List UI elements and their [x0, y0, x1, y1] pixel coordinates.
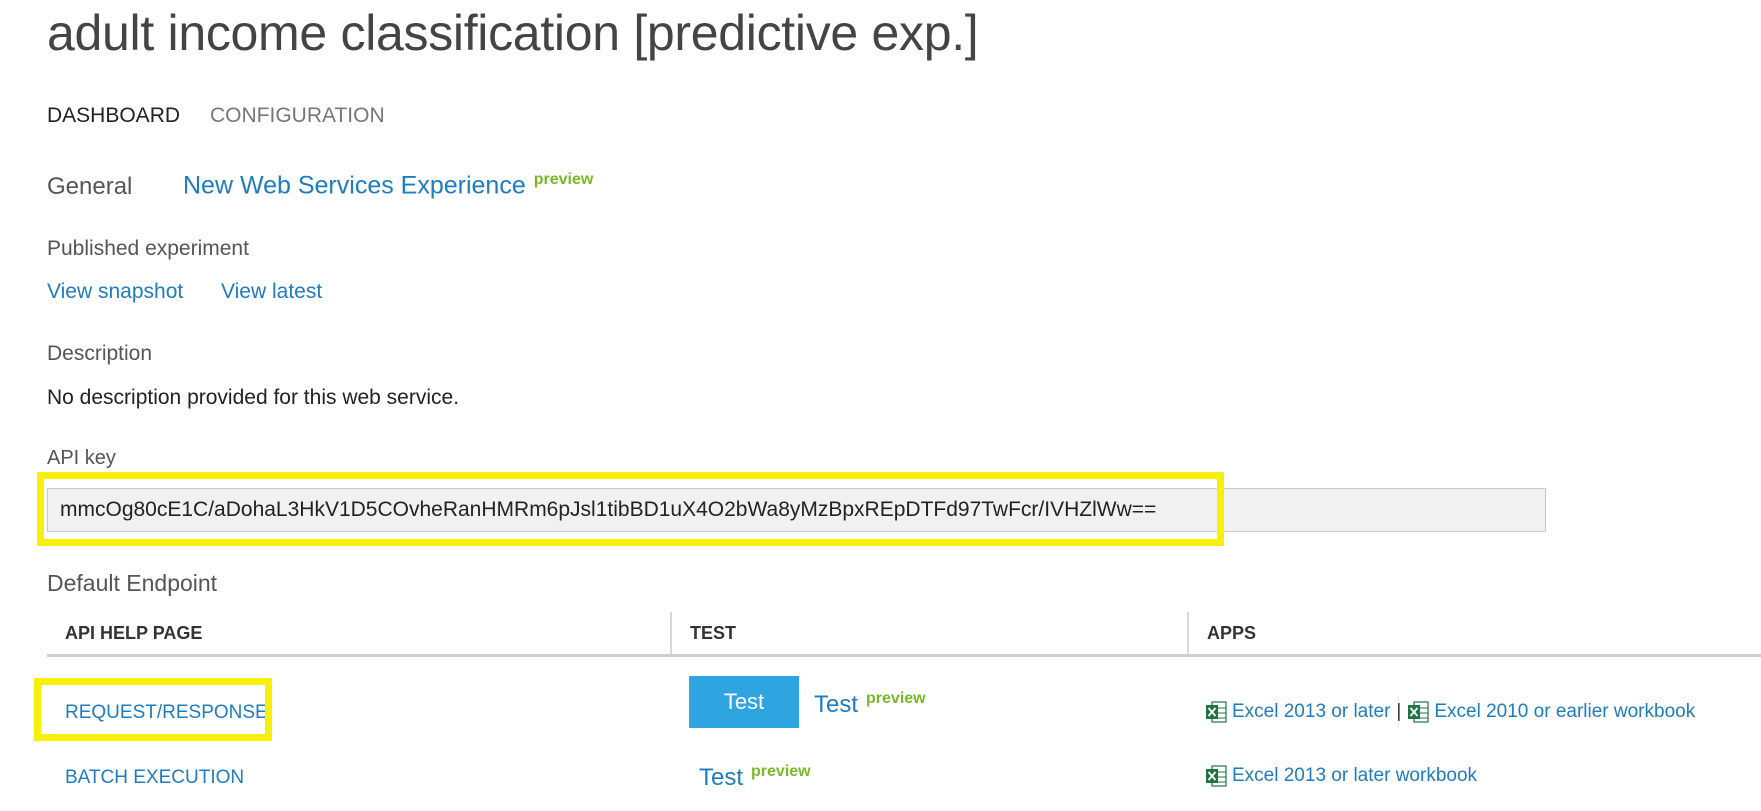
- apps-separator: |: [1396, 701, 1402, 722]
- column-header-test: TEST: [670, 612, 1187, 654]
- column-header-apps: APPS: [1187, 612, 1761, 654]
- excel-icon: [1205, 700, 1227, 724]
- test-preview-link[interactable]: Test preview: [699, 763, 811, 792]
- tab-configuration[interactable]: CONFIGURATION: [210, 104, 385, 128]
- published-experiment-label: Published experiment: [47, 237, 249, 260]
- tab-dashboard[interactable]: DASHBOARD: [47, 104, 180, 128]
- excel-2013-workbook-link[interactable]: Excel 2013 or later workbook: [1232, 765, 1477, 787]
- page-title: adult income classification [predictive …: [47, 5, 979, 61]
- excel-icon: [1407, 700, 1429, 724]
- api-key-field[interactable]: [47, 488, 1546, 532]
- view-snapshot-link[interactable]: View snapshot: [47, 280, 183, 304]
- new-web-services-link[interactable]: New Web Services Experience preview: [183, 171, 593, 200]
- new-web-services-link-text[interactable]: New Web Services Experience: [183, 171, 526, 199]
- batch-execution-link[interactable]: BATCH EXECUTION: [65, 767, 244, 789]
- request-response-link[interactable]: REQUEST/RESPONSE: [65, 702, 268, 724]
- preview-badge: preview: [751, 763, 811, 780]
- preview-badge: preview: [533, 171, 594, 188]
- test-preview-link-text[interactable]: Test: [699, 764, 743, 791]
- test-preview-link-text[interactable]: Test: [814, 691, 858, 718]
- apps-row: Excel 2013 or later | Excel 2010 or earl…: [1205, 700, 1695, 724]
- general-label: General: [47, 173, 133, 200]
- description-text: No description provided for this web ser…: [47, 386, 460, 409]
- excel-2013-link[interactable]: Excel 2013 or later: [1232, 701, 1390, 723]
- test-button[interactable]: Test: [689, 676, 799, 728]
- apps-row: Excel 2013 or later workbook: [1205, 764, 1477, 788]
- excel-icon: [1205, 764, 1227, 788]
- default-endpoint-title: Default Endpoint: [47, 570, 218, 596]
- excel-2010-link[interactable]: Excel 2010 or earlier workbook: [1434, 701, 1695, 723]
- api-key-label: API key: [47, 447, 116, 469]
- column-header-api-help: API HELP PAGE: [65, 622, 203, 643]
- view-latest-link[interactable]: View latest: [221, 280, 322, 304]
- description-label: Description: [47, 342, 153, 365]
- preview-badge: preview: [866, 690, 926, 707]
- test-preview-link[interactable]: Test preview: [814, 690, 926, 719]
